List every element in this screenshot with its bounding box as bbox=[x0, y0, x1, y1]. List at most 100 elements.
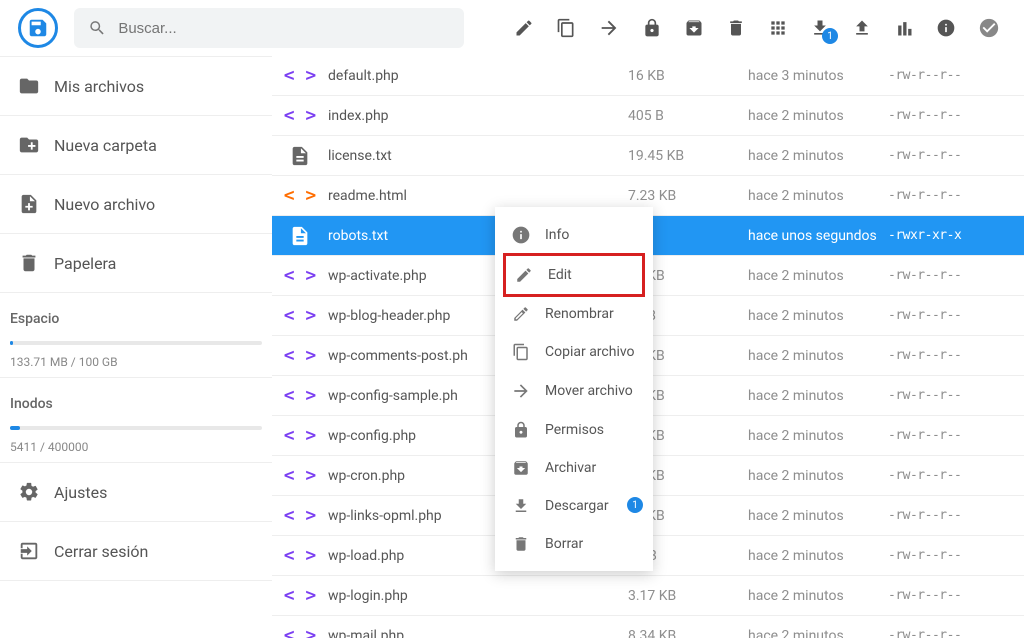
ctx-download[interactable]: Descargar 1 bbox=[495, 487, 653, 525]
ctx-delete[interactable]: Borrar bbox=[495, 525, 653, 563]
file-name: license.txt bbox=[328, 148, 628, 164]
file-permissions: -rw-r--r-- bbox=[888, 588, 998, 603]
file-permissions: -rw-r--r-- bbox=[888, 348, 998, 363]
code-icon: < > bbox=[284, 505, 317, 526]
sidebar-label: Papelera bbox=[54, 254, 116, 273]
file-time: hace 2 minutos bbox=[748, 628, 888, 638]
search-input[interactable] bbox=[118, 20, 450, 37]
file-row[interactable]: license.txt19.45 KBhace 2 minutos-rw-r--… bbox=[272, 136, 1024, 176]
file-time: hace 2 minutos bbox=[748, 308, 888, 324]
sidebar-label: Ajustes bbox=[54, 483, 107, 502]
file-size: 3.17 KB bbox=[628, 588, 748, 604]
ctx-rename[interactable]: Renombrar bbox=[495, 295, 653, 333]
permissions-button[interactable] bbox=[642, 18, 662, 38]
file-row[interactable]: < >wp-mail.php8.34 KBhace 2 minutos-rw-r… bbox=[272, 616, 1024, 638]
file-row[interactable]: < >default.php16 KBhace 3 minutos-rw-r--… bbox=[272, 56, 1024, 96]
sidebar-label: Nuevo archivo bbox=[54, 195, 155, 214]
file-time: hace 2 minutos bbox=[748, 588, 888, 604]
ctx-info[interactable]: Info bbox=[495, 215, 653, 255]
file-type-icon: < > bbox=[272, 505, 328, 526]
copy-button[interactable] bbox=[556, 18, 576, 38]
edit-button[interactable] bbox=[514, 18, 534, 38]
file-size: 16 KB bbox=[628, 68, 748, 84]
ctx-copy[interactable]: Copiar archivo bbox=[495, 333, 653, 371]
code-icon: < > bbox=[284, 625, 317, 638]
file-type-icon bbox=[272, 145, 328, 167]
copy-icon bbox=[511, 343, 531, 361]
code-icon: < > bbox=[284, 465, 317, 486]
file-type-icon: < > bbox=[272, 585, 328, 606]
code-icon: < > bbox=[284, 265, 317, 286]
file-type-icon: < > bbox=[272, 545, 328, 566]
info-button[interactable] bbox=[936, 18, 956, 38]
ctx-label: Info bbox=[545, 227, 569, 243]
file-row[interactable]: < >wp-login.php3.17 KBhace 2 minutos-rw-… bbox=[272, 576, 1024, 616]
file-type-icon: < > bbox=[272, 425, 328, 446]
file-row[interactable]: < >index.php405 Bhace 2 minutos-rw-r--r-… bbox=[272, 96, 1024, 136]
ctx-label: Archivar bbox=[545, 460, 596, 476]
ctx-archive[interactable]: Archivar bbox=[495, 449, 653, 487]
ctx-permissions[interactable]: Permisos bbox=[495, 411, 653, 449]
code-icon: < > bbox=[284, 305, 317, 326]
archive-button[interactable] bbox=[684, 18, 704, 38]
inodes-value: 5411 / 400000 bbox=[10, 440, 262, 454]
file-type-icon: < > bbox=[272, 345, 328, 366]
sidebar-label: Cerrar sesión bbox=[54, 542, 148, 561]
sidebar-settings[interactable]: Ajustes bbox=[0, 463, 272, 522]
file-time: hace unos segundos bbox=[748, 228, 888, 244]
search-box[interactable] bbox=[74, 8, 464, 48]
app-logo[interactable] bbox=[18, 8, 58, 48]
file-time: hace 2 minutos bbox=[748, 348, 888, 364]
code-icon: < > bbox=[284, 105, 317, 126]
space-section: Espacio 133.71 MB / 100 GB bbox=[0, 293, 272, 378]
file-time: hace 2 minutos bbox=[748, 388, 888, 404]
file-type-icon: < > bbox=[272, 185, 328, 206]
ctx-edit[interactable]: Edit bbox=[503, 253, 645, 297]
move-button[interactable] bbox=[598, 17, 620, 39]
toolbar: 1 bbox=[514, 17, 1014, 39]
context-menu: Info Edit Renombrar Copiar archivo Mover… bbox=[495, 207, 653, 571]
code-icon: < > bbox=[284, 345, 317, 366]
file-time: hace 2 minutos bbox=[748, 508, 888, 524]
code-icon: < > bbox=[284, 65, 317, 86]
space-bar bbox=[10, 341, 262, 345]
check-button[interactable] bbox=[978, 17, 1000, 39]
upload-button[interactable] bbox=[852, 18, 872, 38]
file-type-icon: < > bbox=[272, 305, 328, 326]
sidebar-label: Nueva carpeta bbox=[54, 136, 157, 155]
code-icon: < > bbox=[284, 185, 317, 206]
new-file-icon bbox=[18, 193, 40, 215]
grid-button[interactable] bbox=[768, 18, 788, 38]
delete-button[interactable] bbox=[726, 18, 746, 38]
file-permissions: -rw-r--r-- bbox=[888, 428, 998, 443]
file-time: hace 2 minutos bbox=[748, 468, 888, 484]
sidebar-my-files[interactable]: Mis archivos bbox=[0, 57, 272, 116]
header: 1 bbox=[0, 0, 1024, 56]
stats-button[interactable] bbox=[894, 18, 914, 38]
rename-icon bbox=[511, 305, 531, 323]
file-name: index.php bbox=[328, 108, 628, 124]
folder-icon bbox=[18, 75, 40, 97]
file-type-icon: < > bbox=[272, 385, 328, 406]
download-button[interactable]: 1 bbox=[810, 18, 830, 38]
file-time: hace 2 minutos bbox=[748, 148, 888, 164]
file-permissions: -rw-r--r-- bbox=[888, 68, 998, 83]
delete-icon bbox=[511, 535, 531, 553]
floppy-icon bbox=[27, 17, 49, 39]
file-time: hace 3 minutos bbox=[748, 68, 888, 84]
sidebar-new-folder[interactable]: Nueva carpeta bbox=[0, 116, 272, 175]
sidebar-logout[interactable]: Cerrar sesión bbox=[0, 522, 272, 581]
sidebar-trash[interactable]: Papelera bbox=[0, 234, 272, 293]
ctx-label: Permisos bbox=[545, 422, 604, 438]
sidebar: Mis archivos Nueva carpeta Nuevo archivo… bbox=[0, 56, 272, 638]
file-permissions: -rwxr-xr-x bbox=[888, 228, 998, 243]
ctx-move[interactable]: Mover archivo bbox=[495, 371, 653, 411]
file-size: 19.45 KB bbox=[628, 148, 748, 164]
download-icon bbox=[511, 497, 531, 515]
file-permissions: -rw-r--r-- bbox=[888, 108, 998, 123]
sidebar-new-file[interactable]: Nuevo archivo bbox=[0, 175, 272, 234]
file-permissions: -rw-r--r-- bbox=[888, 468, 998, 483]
pencil-icon bbox=[514, 266, 534, 284]
info-icon bbox=[511, 225, 531, 245]
file-permissions: -rw-r--r-- bbox=[888, 188, 998, 203]
